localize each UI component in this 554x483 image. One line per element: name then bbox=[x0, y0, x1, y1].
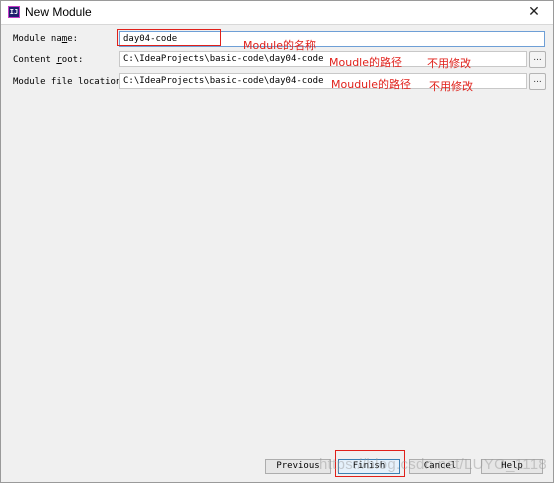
new-module-dialog: IJ New Module ✕ Module name: day04-code … bbox=[0, 0, 554, 483]
file-location-annotation-no-change: 不用修改 bbox=[429, 80, 473, 93]
module-file-location-label: Module file location: bbox=[13, 77, 127, 87]
title-bar: IJ New Module ✕ bbox=[1, 1, 553, 25]
content-root-annotation: Moudle的路径 bbox=[329, 56, 402, 69]
module-name-label: Module name: bbox=[13, 34, 79, 44]
content-root-browse-button[interactable]: ... bbox=[529, 51, 546, 68]
close-button[interactable]: ✕ bbox=[525, 3, 543, 21]
watermark: https://blog.csdn.net/LUYO_1118 bbox=[319, 456, 548, 473]
module-file-location-browse-button[interactable]: ... bbox=[529, 73, 546, 90]
content-root-label: Content root: bbox=[13, 55, 84, 65]
dialog-title: New Module bbox=[25, 5, 92, 19]
content-root-annotation-no-change: 不用修改 bbox=[427, 57, 471, 70]
module-name-highlight bbox=[117, 29, 221, 46]
intellij-idea-icon: IJ bbox=[8, 6, 20, 18]
file-location-annotation: Moudule的路径 bbox=[331, 78, 411, 91]
